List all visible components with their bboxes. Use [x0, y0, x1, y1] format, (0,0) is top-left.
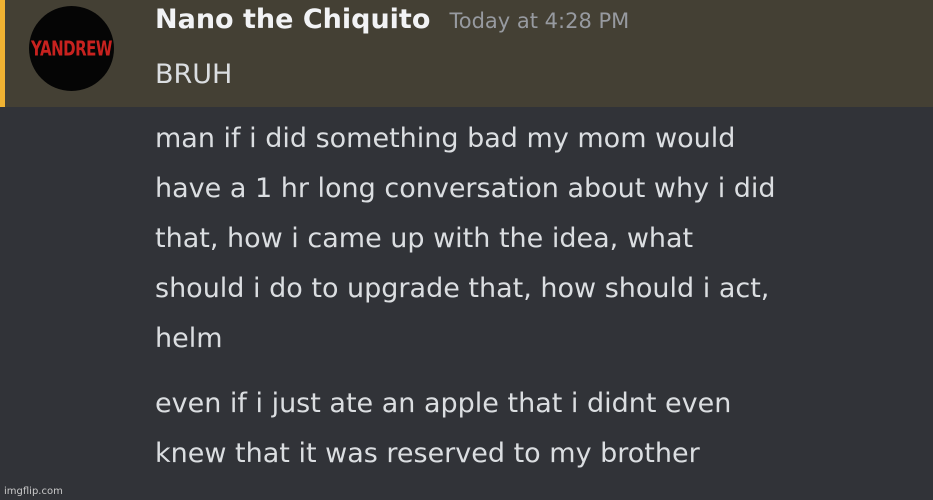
message-line: even if i just ate an apple that i didnt…: [155, 388, 732, 419]
timestamp[interactable]: Today at 4:28 PM: [449, 9, 629, 33]
message-line: have a 1 hr long conversation about why …: [155, 173, 776, 204]
avatar-text: YANDREW: [31, 36, 112, 61]
message-line: should i do to upgrade that, how should …: [155, 273, 770, 304]
message-line: knew that it was reserved to my brother: [155, 438, 700, 469]
message-content: even if i just ate an apple that i didnt…: [155, 379, 925, 479]
watermark: imgflip.com: [4, 486, 63, 497]
avatar[interactable]: YANDREW: [29, 6, 114, 91]
message-line: helm: [155, 323, 223, 354]
message-line: man if i did something bad my mom would: [155, 123, 736, 154]
highlight-bar: [0, 0, 5, 107]
message-header: Nano the Chiquito Today at 4:28 PM: [155, 4, 629, 35]
message-content: man if i did something bad my mom would …: [155, 114, 925, 364]
message-content: BRUH: [155, 50, 925, 100]
message-line: that, how i came up with the idea, what: [155, 223, 694, 254]
message-line: BRUH: [155, 59, 233, 90]
username[interactable]: Nano the Chiquito: [155, 4, 430, 35]
